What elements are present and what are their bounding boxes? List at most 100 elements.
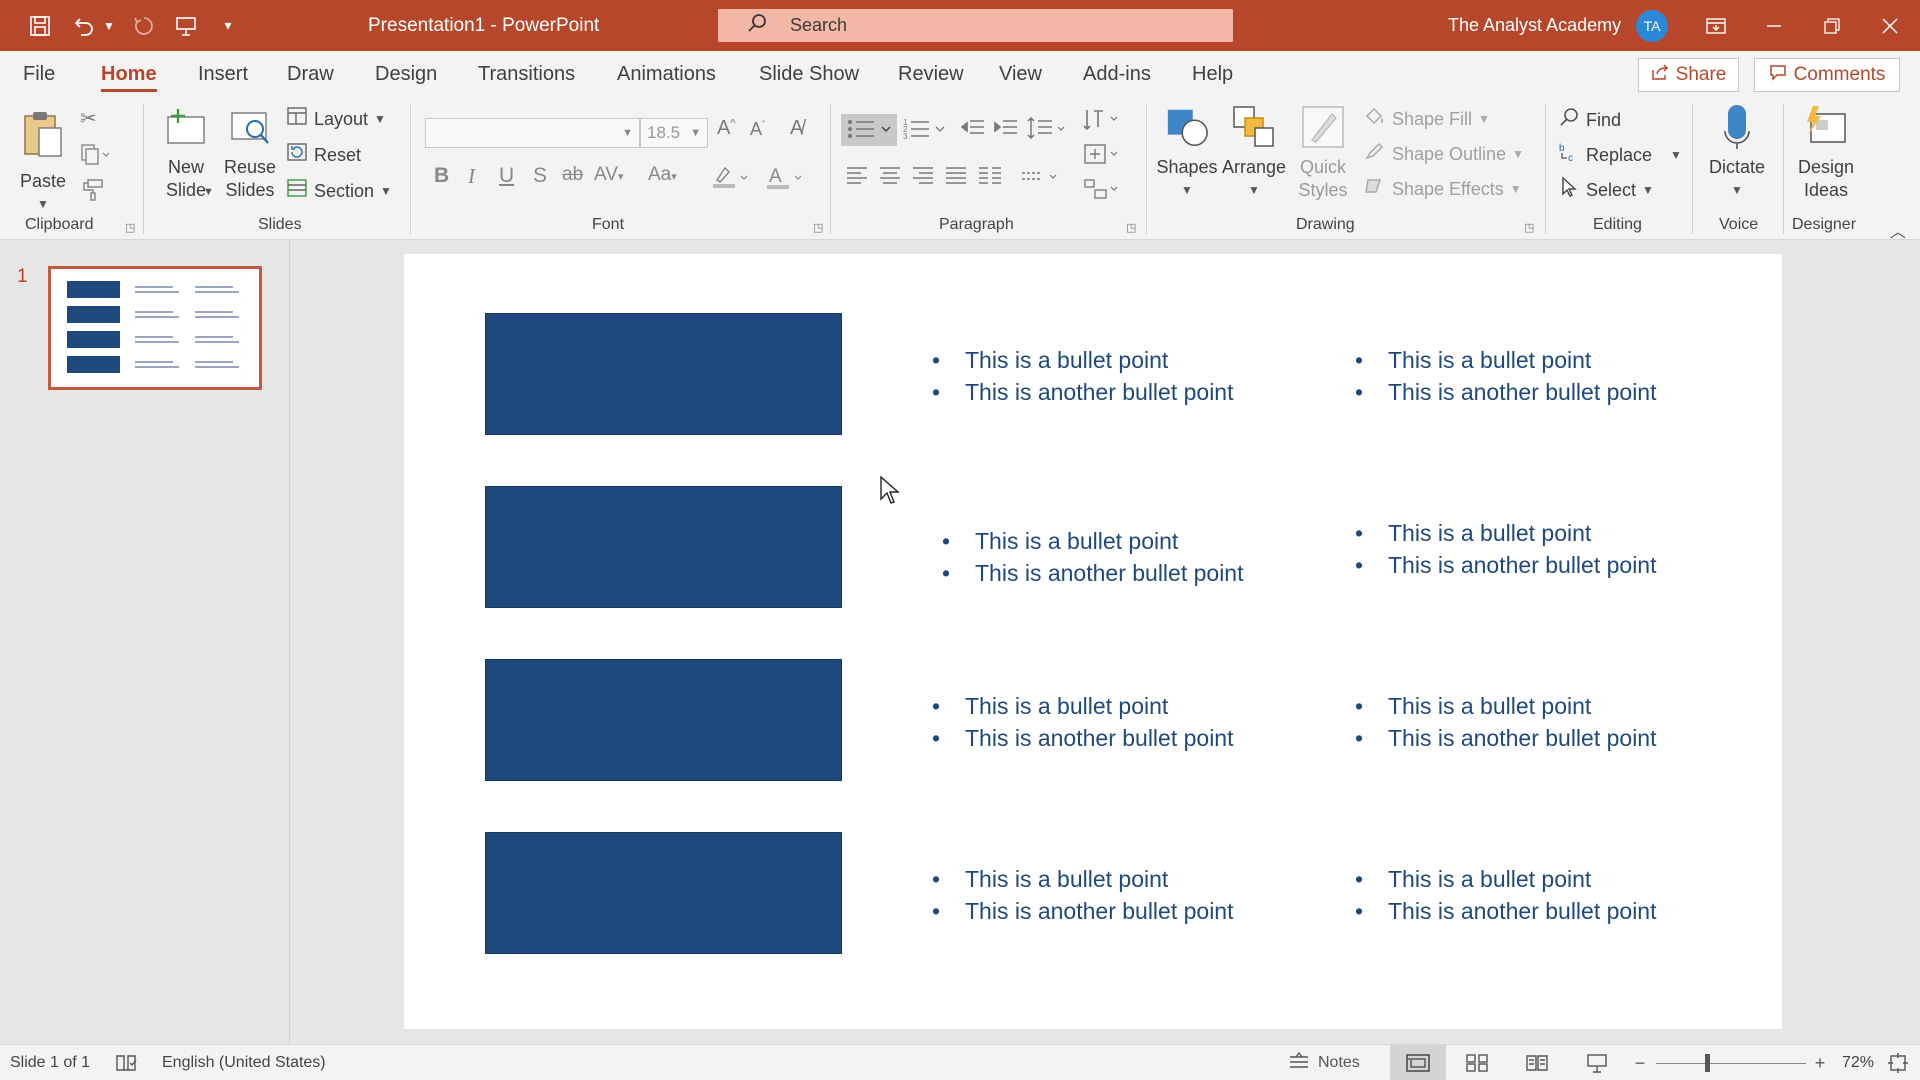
select-button[interactable]: Select ▼ (1558, 176, 1654, 204)
line-spacing-icon[interactable] (1026, 115, 1068, 149)
comments-button[interactable]: Comments (1754, 58, 1900, 92)
convert-to-smartart-icon[interactable] (1083, 176, 1123, 208)
blue-rectangle-shape[interactable] (485, 659, 842, 781)
reading-view-icon[interactable] (1512, 1045, 1562, 1080)
slide-canvas[interactable]: This is a bullet point This is another b… (404, 254, 1782, 1029)
layout-button[interactable]: Layout ▼ (286, 107, 386, 131)
quick-styles-button[interactable]: Quick Styles (1292, 104, 1354, 202)
clear-formatting-icon[interactable]: A̸ (790, 117, 803, 140)
shapes-button[interactable]: Shapes ▼ (1156, 104, 1218, 202)
notes-button[interactable]: Notes (1288, 1045, 1388, 1080)
reset-button[interactable]: Reset (286, 143, 361, 167)
tab-slide-show[interactable]: Slide Show (759, 51, 859, 98)
collapse-ribbon-icon[interactable]: ︿ (1890, 218, 1906, 242)
slide-count[interactable]: Slide 1 of 1 (10, 1045, 90, 1080)
tab-home[interactable]: Home (101, 51, 157, 98)
ribbon-display-options-icon[interactable] (1688, 0, 1744, 51)
section-button[interactable]: Section ▼ (286, 179, 392, 203)
bullet-textbox[interactable]: This is a bullet point This is another b… (942, 525, 1244, 589)
normal-view-icon[interactable] (1390, 1045, 1446, 1080)
blue-rectangle-shape[interactable] (485, 313, 842, 435)
text-shadow-icon[interactable]: S (533, 164, 547, 188)
underline-icon[interactable]: U (499, 164, 514, 188)
tab-review[interactable]: Review (898, 51, 964, 98)
tab-draw[interactable]: Draw (287, 51, 334, 98)
shape-fill-button[interactable]: Shape Fill ▼ (1364, 106, 1490, 132)
undo-dropdown-icon[interactable]: ▼ (92, 0, 126, 51)
zoom-out-icon[interactable]: − (1620, 1045, 1660, 1080)
align-left-icon[interactable] (845, 165, 869, 193)
paragraph-launcher-icon[interactable]: ◳ (1126, 221, 1136, 234)
customize-qat-icon[interactable]: ▾ (208, 0, 248, 51)
columns-icon[interactable] (977, 165, 1003, 193)
bullet-textbox[interactable]: This is a bullet point This is another b… (1355, 863, 1657, 927)
align-right-icon[interactable] (911, 165, 935, 193)
zoom-slider-thumb[interactable] (1705, 1054, 1710, 1072)
zoom-in-icon[interactable]: + (1800, 1045, 1840, 1080)
fit-slide-to-window-icon[interactable] (1878, 1045, 1918, 1080)
tab-help[interactable]: Help (1192, 51, 1233, 98)
close-icon[interactable] (1862, 0, 1918, 51)
font-color-icon[interactable]: A (765, 164, 805, 198)
paste-dropdown-icon[interactable]: ▼ (37, 193, 49, 216)
font-name-combo[interactable]: ▼ (425, 118, 640, 148)
accessibility-check-icon[interactable] (104, 1045, 148, 1080)
replace-button[interactable]: bc Replace ▼ (1558, 141, 1682, 169)
tab-view[interactable]: View (999, 51, 1042, 98)
tab-add-ins[interactable]: Add-ins (1083, 51, 1151, 98)
bullet-textbox[interactable]: This is a bullet point This is another b… (932, 863, 1234, 927)
shape-effects-button[interactable]: Shape Effects ▼ (1364, 176, 1522, 202)
find-button[interactable]: Find (1558, 106, 1621, 134)
minimize-icon[interactable] (1746, 0, 1802, 51)
bullet-textbox[interactable]: This is a bullet point This is another b… (932, 344, 1234, 408)
cut-icon[interactable]: ✂ (80, 106, 97, 131)
format-painter-icon[interactable] (80, 178, 104, 208)
align-center-icon[interactable] (878, 165, 902, 193)
tab-file[interactable]: File (23, 51, 55, 98)
account-name[interactable]: The Analyst Academy (1448, 0, 1621, 51)
character-spacing-icon[interactable]: AV▾ (594, 164, 623, 186)
search-box[interactable]: Search (718, 9, 1233, 42)
smartart-convert-icon[interactable] (1020, 165, 1060, 193)
drawing-launcher-icon[interactable]: ◳ (1524, 221, 1534, 234)
numbering-icon[interactable]: 123 (903, 115, 949, 149)
tab-animations[interactable]: Animations (617, 51, 716, 98)
copy-icon[interactable] (80, 143, 110, 173)
strikethrough-icon[interactable]: ab (562, 164, 583, 186)
font-launcher-icon[interactable]: ◳ (813, 221, 823, 234)
bullet-textbox[interactable]: This is a bullet point This is another b… (932, 690, 1234, 754)
tab-design[interactable]: Design (375, 51, 437, 98)
arrange-button[interactable]: Arrange ▼ (1222, 104, 1286, 202)
slide-show-view-icon[interactable] (1572, 1045, 1622, 1080)
tab-transitions[interactable]: Transitions (478, 51, 575, 98)
save-icon[interactable] (20, 0, 60, 51)
bullet-textbox[interactable]: This is a bullet point This is another b… (1355, 517, 1657, 581)
blue-rectangle-shape[interactable] (485, 832, 842, 954)
bullet-textbox[interactable]: This is a bullet point This is another b… (1355, 344, 1657, 408)
shape-outline-button[interactable]: Shape Outline ▼ (1364, 141, 1524, 167)
clipboard-launcher-icon[interactable]: ◳ (125, 221, 135, 234)
align-text-icon[interactable] (1083, 141, 1123, 173)
language-indicator[interactable]: English (United States) (162, 1045, 326, 1080)
slide-sorter-icon[interactable] (1452, 1045, 1502, 1080)
justify-icon[interactable] (944, 165, 968, 193)
decrease-indent-icon[interactable] (960, 115, 986, 147)
bullet-textbox[interactable]: This is a bullet point This is another b… (1355, 690, 1657, 754)
blue-rectangle-shape[interactable] (485, 486, 842, 608)
italic-icon[interactable]: I (468, 164, 475, 189)
zoom-level[interactable]: 72% (1842, 1045, 1874, 1080)
redo-icon[interactable] (124, 0, 164, 51)
avatar[interactable]: TA (1636, 10, 1668, 42)
change-case-icon[interactable]: Aa▾ (648, 164, 677, 186)
highlight-color-icon[interactable] (711, 164, 751, 196)
increase-font-size-icon[interactable]: A^ (717, 117, 736, 140)
dictate-button[interactable]: Dictate ▼ (1705, 104, 1769, 202)
tab-insert[interactable]: Insert (198, 51, 248, 98)
zoom-slider-track[interactable] (1656, 1063, 1806, 1064)
bullets-icon[interactable] (846, 115, 896, 149)
decrease-font-size-icon[interactable]: Aˇ (750, 119, 765, 140)
font-size-combo[interactable]: 18.5 ▼ (640, 118, 708, 148)
share-button[interactable]: Share (1638, 58, 1739, 92)
bold-icon[interactable]: B (434, 164, 449, 188)
text-direction-icon[interactable] (1083, 107, 1123, 139)
